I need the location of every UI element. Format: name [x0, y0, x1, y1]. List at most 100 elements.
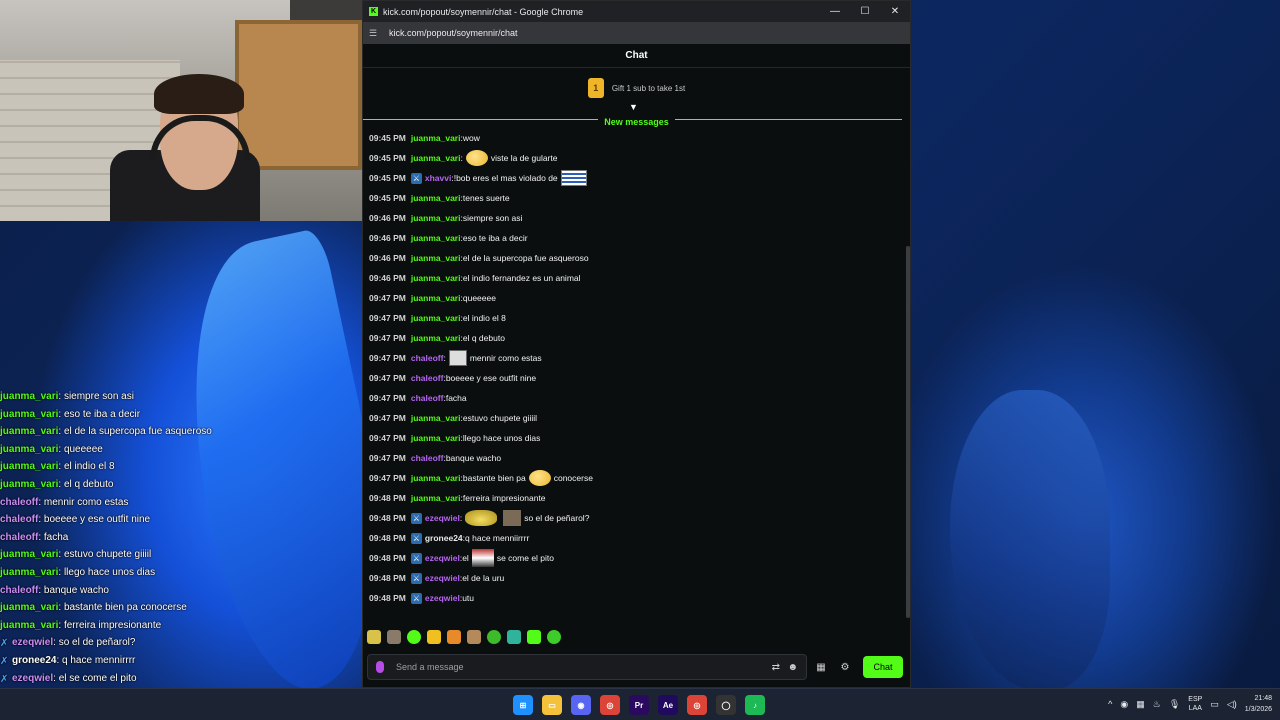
chat-message: 09:47 PM juanma_vari: el q debuto — [369, 328, 910, 348]
emote-quick-4[interactable] — [427, 630, 441, 644]
spotify-icon[interactable]: ♪ — [745, 695, 765, 715]
gift-text[interactable]: Gift 1 sub to take 1st — [612, 84, 685, 93]
settings-gear-icon[interactable]: ⚙ — [835, 662, 855, 673]
volume-icon[interactable]: ◁) — [1227, 699, 1237, 710]
message-username[interactable]: juanma_vari — [411, 493, 461, 503]
flag-emote-icon — [560, 170, 587, 186]
emote-quick-9[interactable] — [527, 630, 541, 644]
message-username[interactable]: ezeqwiel — [425, 513, 460, 523]
clock-time: 21:48 — [1254, 695, 1272, 702]
message-username[interactable]: ezeqwiel — [425, 593, 460, 603]
message-username[interactable]: chaleoff — [411, 453, 444, 463]
emote-quick-3[interactable] — [407, 630, 421, 644]
message-username[interactable]: juanma_vari — [411, 133, 461, 143]
mic-icon[interactable] — [376, 661, 384, 673]
message-username[interactable]: gronee24 — [425, 533, 463, 543]
overlay-text: mennir como estas — [43, 496, 129, 508]
network-icon[interactable]: ▭ — [1210, 699, 1219, 710]
url-text[interactable]: kick.com/popout/soymennir/chat — [389, 28, 518, 38]
message-username[interactable]: juanma_vari — [411, 413, 461, 423]
emote-quick-8[interactable] — [507, 630, 521, 644]
clock[interactable]: 21:48 1/3/2026 — [1245, 693, 1272, 715]
overlay-username: chaleoff — [0, 584, 39, 596]
file-explorer-icon[interactable]: ▭ — [542, 695, 562, 715]
message-username[interactable]: juanma_vari — [411, 233, 461, 243]
emote-quick-10[interactable] — [547, 630, 561, 644]
message-username[interactable]: chaleoff — [411, 393, 444, 403]
message-colon: : — [443, 353, 446, 363]
translate-icon[interactable]: ⇄ — [772, 662, 780, 673]
chat-input[interactable]: Send a message ⇄ ☻ — [367, 654, 807, 680]
send-chat-button[interactable]: Chat — [863, 656, 903, 678]
chat-message: 09:48 PM ⚔ ezeqwiel: utu — [369, 588, 910, 608]
message-text: estuvo chupete giiiil — [462, 413, 538, 423]
discord-icon[interactable]: ◉ — [571, 695, 591, 715]
site-info-icon[interactable]: ☰ — [369, 28, 379, 39]
discord-tray-icon[interactable]: ◉ — [1120, 699, 1128, 710]
blob-emote-icon — [528, 470, 551, 486]
emote-quick-1[interactable] — [367, 630, 381, 644]
scroll-down-icon[interactable]: ▼ — [629, 102, 638, 112]
message-username[interactable]: ezeqwiel — [425, 553, 460, 563]
chat-messages: 09:45 PM juanma_vari: wow 09:45 PM juanma_v… — [363, 128, 910, 608]
overlay-username: chaleoff — [0, 496, 39, 508]
obs-icon[interactable]: ◯ — [716, 695, 736, 715]
chat-scrollbar[interactable] — [906, 246, 910, 618]
chrome-active-icon[interactable]: ◎ — [687, 695, 707, 715]
title-bar: K kick.com/popout/soymennir/chat - Googl… — [363, 1, 910, 22]
overlay-message: juanma_vari: queeeee — [0, 441, 360, 459]
message-username[interactable]: juanma_vari — [411, 313, 461, 323]
steam-icon[interactable]: ♨ — [1153, 699, 1161, 710]
message-username[interactable]: chaleoff — [411, 353, 444, 363]
emote-quick-5[interactable] — [447, 630, 461, 644]
overlay-username: juanma_vari — [0, 461, 59, 473]
new-messages-divider[interactable]: ▼ New messages — [363, 102, 910, 128]
message-text: se come el pito — [496, 553, 554, 563]
close-button[interactable]: ✕ — [880, 1, 910, 22]
chrome-icon[interactable]: ◎ — [600, 695, 620, 715]
message-username[interactable]: juanma_vari — [411, 293, 461, 303]
mod-badge-icon: ✗ — [0, 655, 9, 667]
message-timestamp: 09:45 PM — [369, 193, 406, 203]
message-timestamp: 09:48 PM — [369, 553, 406, 563]
dog-emote-icon — [503, 510, 522, 526]
store-icon[interactable]: ▦ — [811, 662, 831, 673]
message-text: el de la supercopa fue asqueroso — [462, 253, 589, 263]
minimize-button[interactable]: — — [820, 1, 850, 22]
chat-input-bar: Send a message ⇄ ☻ ▦ ⚙ Chat — [363, 652, 910, 682]
emote-quick-6[interactable] — [467, 630, 481, 644]
message-username[interactable]: juanma_vari — [411, 273, 461, 283]
message-username[interactable]: juanma_vari — [411, 153, 461, 163]
message-username[interactable]: chaleoff — [411, 373, 444, 383]
address-bar[interactable]: ☰ kick.com/popout/soymennir/chat — [363, 22, 910, 44]
language-code: ESP — [1188, 696, 1203, 703]
message-username[interactable]: juanma_vari — [411, 433, 461, 443]
emoji-icon[interactable]: ☻ — [787, 662, 798, 673]
chat-message: 09:46 PM juanma_vari: eso te iba a decir — [369, 228, 910, 248]
overlay-username: juanma_vari — [0, 408, 59, 420]
chat-message: 09:46 PM juanma_vari: siempre son asi — [369, 208, 910, 228]
message-username[interactable]: ezeqwiel — [425, 573, 460, 583]
message-username[interactable]: juanma_vari — [411, 473, 461, 483]
maximize-button[interactable]: ☐ — [850, 1, 880, 22]
chat-input-placeholder[interactable]: Send a message — [396, 662, 464, 672]
microphone-icon[interactable]: 🎙 — [1169, 699, 1180, 710]
chevron-up-icon[interactable]: ^ — [1108, 699, 1112, 709]
message-username[interactable]: juanma_vari — [411, 333, 461, 343]
emote-quick-7[interactable] — [487, 630, 501, 644]
message-username[interactable]: juanma_vari — [411, 253, 461, 263]
after-effects-icon[interactable]: Ae — [658, 695, 678, 715]
emote-quick-2[interactable] — [387, 630, 401, 644]
message-username[interactable]: xhavvi — [425, 173, 451, 183]
message-colon: : — [459, 513, 463, 523]
message-username[interactable]: juanma_vari — [411, 193, 461, 203]
mod-badge-icon: ⚔ — [410, 512, 422, 524]
premiere-icon[interactable]: Pr — [629, 695, 649, 715]
chat-message: 09:46 PM juanma_vari: el indio fernandez … — [369, 268, 910, 288]
app-tray-icon[interactable]: ▦ — [1136, 699, 1145, 710]
language-indicator[interactable]: ESP LAA — [1188, 695, 1202, 713]
overlay-message: juanma_vari: bastante bien pa conocerse — [0, 599, 360, 617]
chat-title: Chat — [625, 50, 648, 61]
message-username[interactable]: juanma_vari — [411, 213, 461, 223]
windows-start-icon[interactable]: ⊞ — [513, 695, 533, 715]
